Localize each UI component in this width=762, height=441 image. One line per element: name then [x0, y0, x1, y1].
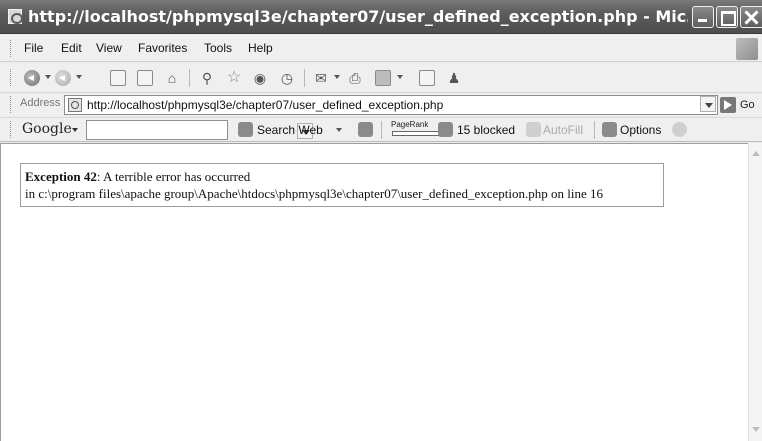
toolbar-grip[interactable] [10, 40, 13, 57]
edit-dropdown-icon[interactable] [397, 75, 403, 79]
toolbar-separator [594, 121, 595, 139]
news-icon[interactable] [358, 122, 373, 137]
scroll-up-icon[interactable] [750, 145, 762, 161]
address-dropdown-icon[interactable] [700, 96, 716, 112]
address-input[interactable]: http://localhost/phpmysql3e/chapter07/us… [64, 95, 718, 115]
toolbar-grip[interactable] [10, 121, 13, 138]
menu-view[interactable]: View [96, 41, 122, 55]
search-icon[interactable]: ⚲ [199, 70, 215, 86]
google-toolbar: Google Search Web PageRank 15 blocked Au… [0, 117, 762, 142]
menu-help[interactable]: Help [248, 41, 273, 55]
stop-icon[interactable] [110, 70, 126, 86]
exception-location: in c:\program files\apache group\Apache\… [25, 186, 603, 201]
exception-title: Exception 42 [25, 169, 97, 184]
minimize-icon[interactable] [692, 6, 714, 28]
windows-flag-icon [736, 38, 758, 60]
mail-icon[interactable]: ✉ [313, 70, 329, 86]
title-bar: http://localhost/phpmysql3e/chapter07/us… [0, 0, 762, 34]
close-icon[interactable] [740, 6, 762, 28]
forward-dropdown-icon[interactable] [76, 75, 82, 79]
toolbar-separator [381, 121, 382, 139]
google-logo[interactable]: Google [22, 121, 72, 137]
window-title: http://localhost/phpmysql3e/chapter07/us… [28, 7, 688, 26]
media-icon[interactable]: ◉ [252, 70, 268, 86]
google-search-input[interactable] [86, 120, 313, 140]
discuss-icon[interactable] [419, 70, 435, 86]
print-icon[interactable]: ⎙ [347, 70, 363, 86]
autofill-button: AutoFill [543, 123, 584, 137]
navigation-toolbar: ⌂ ⚲ ☆ ◉ ◷ ✉ ⎙ ♟ [0, 63, 762, 93]
exception-message-box: Exception 42: A terrible error has occur… [20, 163, 664, 207]
highlight-pen-icon[interactable] [672, 122, 687, 137]
go-arrow-icon[interactable] [720, 97, 736, 113]
vertical-scrollbar[interactable] [748, 143, 762, 441]
toolbar-grip[interactable] [10, 69, 13, 86]
messenger-icon[interactable]: ♟ [446, 70, 462, 86]
toolbar-separator [304, 69, 305, 87]
pagerank-bar [392, 131, 442, 136]
back-dropdown-icon[interactable] [45, 75, 51, 79]
pagerank-indicator[interactable]: PageRank [391, 120, 443, 138]
search-web-dropdown-icon[interactable] [336, 128, 342, 132]
pagerank-label: PageRank [391, 120, 429, 129]
edit-icon[interactable] [375, 70, 391, 86]
exception-message: : A terrible error has occurred [96, 169, 251, 184]
ie-page-icon [8, 9, 23, 24]
exception-line: Exception 42: A terrible error has occur… [25, 168, 659, 185]
toolbar-separator [189, 69, 190, 87]
menu-file[interactable]: File [24, 41, 43, 55]
options-icon[interactable] [602, 122, 617, 137]
scroll-down-icon[interactable] [750, 422, 762, 438]
address-label: Address [20, 97, 61, 109]
search-web-button[interactable]: Search Web [257, 123, 323, 137]
address-bar: Address http://localhost/phpmysql3e/chap… [0, 94, 762, 116]
menu-edit[interactable]: Edit [61, 41, 82, 55]
menu-favorites[interactable]: Favorites [138, 41, 187, 55]
options-button[interactable]: Options [620, 123, 661, 137]
go-button[interactable]: Go [740, 99, 755, 111]
popup-blocker-icon[interactable] [438, 122, 453, 137]
autofill-icon [526, 122, 541, 137]
forward-icon[interactable] [55, 70, 71, 86]
binoculars-icon[interactable] [238, 122, 253, 137]
address-url[interactable]: http://localhost/phpmysql3e/chapter07/us… [87, 98, 443, 112]
toolbar-grip[interactable] [10, 96, 13, 113]
back-icon[interactable] [24, 70, 40, 86]
popup-blocked-count[interactable]: 15 blocked [457, 123, 515, 137]
mail-dropdown-icon[interactable] [334, 75, 340, 79]
favorites-icon[interactable]: ☆ [226, 70, 242, 86]
page-icon [68, 98, 82, 112]
maximize-icon[interactable] [716, 6, 738, 28]
refresh-icon[interactable] [137, 70, 153, 86]
home-icon[interactable]: ⌂ [164, 70, 180, 86]
menu-tools[interactable]: Tools [204, 41, 232, 55]
browser-window: http://localhost/phpmysql3e/chapter07/us… [0, 0, 762, 441]
google-menu-dropdown-icon[interactable] [72, 128, 78, 132]
menu-bar: File Edit View Favorites Tools Help [0, 35, 762, 62]
history-icon[interactable]: ◷ [279, 70, 295, 86]
